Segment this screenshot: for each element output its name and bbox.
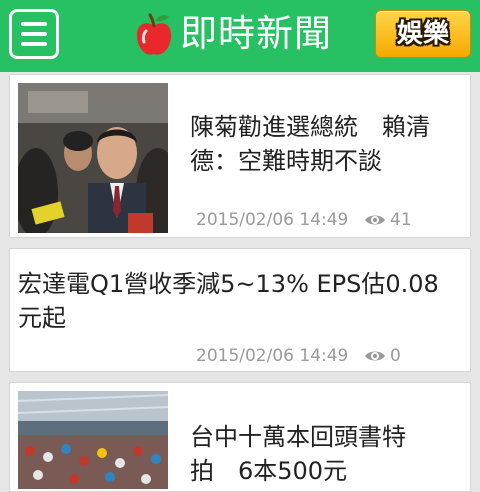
apple-logo-icon [136,13,172,55]
news-headline-line2: 拍 6本500元 [190,457,348,485]
news-timestamp: 2015/02/06 14:49 [196,210,349,230]
eye-icon [365,215,385,225]
news-thumbnail [18,391,168,489]
hamburger-menu-icon-bottom [21,42,47,46]
news-headline-line2: 德：空難時期不談 [190,147,382,175]
view-count: 41 [390,210,412,230]
hamburger-menu-icon-middle [21,32,47,36]
news-card[interactable]: 宏達電Q1營收季減5~13% EPS估0.08 元起 2015/02/06 14… [9,248,471,372]
view-count: 0 [390,346,401,366]
news-headline-line1: 陳菊勸進選總統 賴清 [190,113,430,141]
top-app-bar: 即時新聞 娛樂 [0,0,480,72]
news-card[interactable]: 台中十萬本回頭書特 拍 6本500元 [9,382,471,492]
app-title: 即時新聞 [180,12,332,55]
hamburger-menu-icon [21,22,47,26]
news-headline-line1: 台中十萬本回頭書特 [190,423,406,451]
news-timestamp: 2015/02/06 14:49 [196,346,349,366]
news-card[interactable]: 陳菊勸進選總統 賴清 德：空難時期不談 2015/02/06 14:49 41 [9,74,471,238]
eye-icon [365,351,385,361]
menu-button[interactable] [9,9,59,59]
news-headline-line1: 宏達電Q1營收季減5~13% EPS估0.08 [18,270,439,298]
entertainment-button[interactable]: 娛樂 [375,10,471,58]
news-thumbnail [18,83,168,233]
news-headline-line2: 元起 [18,304,66,332]
